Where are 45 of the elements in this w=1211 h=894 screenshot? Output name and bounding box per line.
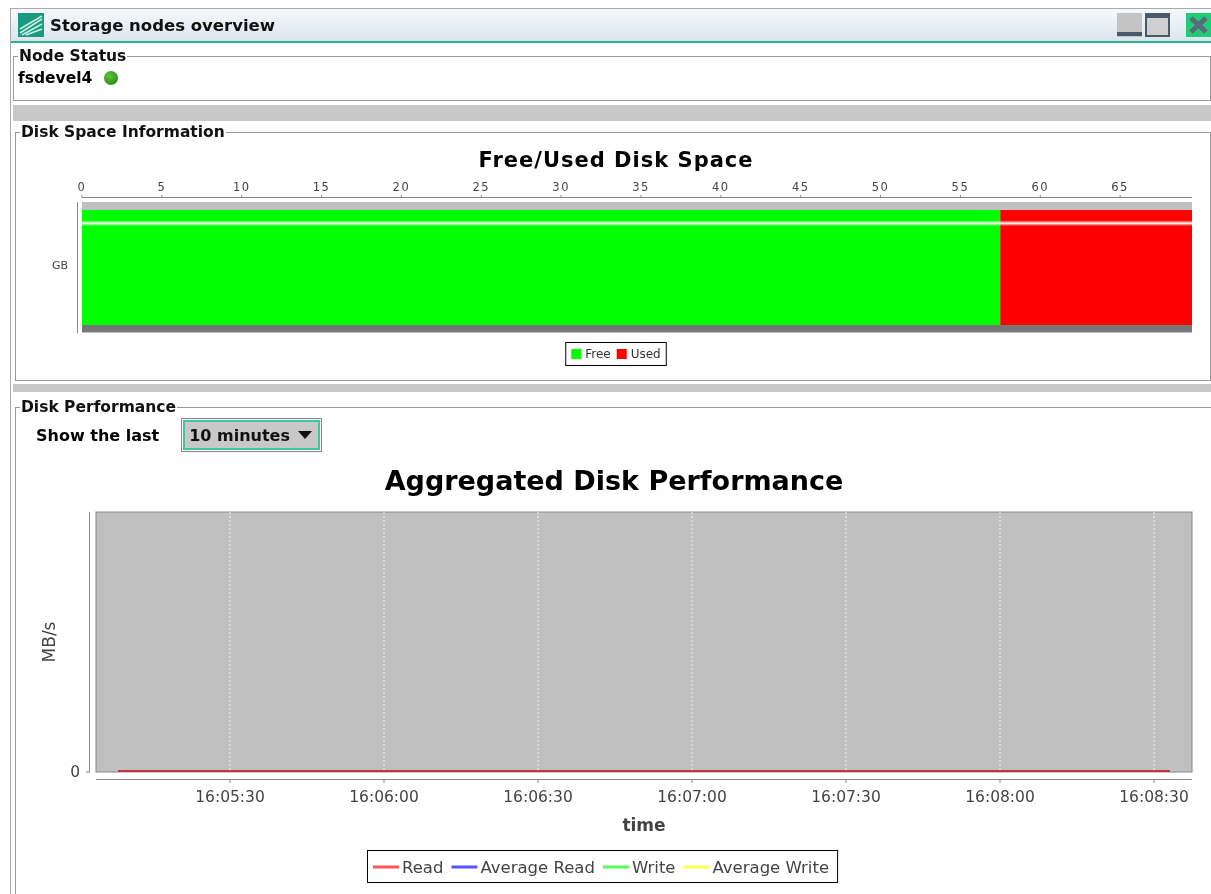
tick-label: 16:08:00 bbox=[965, 788, 1035, 806]
tick-label: 0 bbox=[77, 180, 87, 194]
legend-label: Average Read bbox=[480, 858, 595, 877]
window-title: Storage nodes overview bbox=[50, 15, 277, 35]
axis-title: MB/s bbox=[39, 621, 59, 663]
tick-label: 35 bbox=[632, 180, 650, 194]
tick-label: 5 bbox=[157, 180, 167, 194]
tick-label: 16:07:00 bbox=[657, 788, 727, 806]
range-label: Show the last bbox=[36, 425, 160, 445]
legend-label: Free bbox=[585, 347, 611, 361]
tick-label: 40 bbox=[712, 180, 730, 194]
tick-label: 20 bbox=[392, 180, 411, 194]
tick-label: 16:06:30 bbox=[503, 788, 573, 806]
minimize-icon[interactable] bbox=[1117, 13, 1142, 37]
group-title: Disk Performance bbox=[20, 398, 177, 416]
tick-label: 0 bbox=[70, 763, 80, 781]
tick-label: 65 bbox=[1111, 180, 1129, 194]
close-icon[interactable] bbox=[1186, 13, 1211, 37]
tick-label: 16:07:30 bbox=[811, 788, 881, 806]
tick-label: 25 bbox=[472, 180, 491, 194]
group-title: Disk Space Information bbox=[20, 123, 226, 141]
category-label: GB bbox=[51, 259, 68, 272]
caret-icon bbox=[297, 431, 312, 439]
legend-label: Used bbox=[630, 347, 661, 361]
tick-label: 16:05:30 bbox=[195, 788, 265, 806]
legend-label: Read bbox=[402, 858, 444, 877]
tick-label: 45 bbox=[791, 180, 810, 194]
axis-title: time bbox=[622, 815, 666, 835]
tick-label: 60 bbox=[1031, 180, 1050, 194]
tick-label: 15 bbox=[312, 180, 331, 194]
tick-label: 50 bbox=[871, 180, 890, 194]
range-dropdown[interactable]: 10 minutes bbox=[183, 420, 320, 450]
legend-label: Average Write bbox=[712, 858, 830, 877]
node-name: fsdevel4 bbox=[18, 69, 93, 87]
tick-label: 55 bbox=[951, 180, 970, 194]
chart-title: Free/Used Disk Space bbox=[478, 148, 754, 172]
group-title: Node Status bbox=[18, 47, 128, 65]
tick-label: 16:06:00 bbox=[349, 788, 419, 806]
legend-label: Write bbox=[631, 858, 676, 877]
tick-label: 16:08:30 bbox=[1119, 788, 1189, 806]
app-icon bbox=[18, 13, 44, 37]
chart-title: Aggregated Disk Performance bbox=[384, 465, 844, 496]
maximize-icon[interactable] bbox=[1145, 13, 1170, 37]
tick-label: 10 bbox=[232, 180, 251, 194]
tick-label: 30 bbox=[552, 180, 570, 194]
